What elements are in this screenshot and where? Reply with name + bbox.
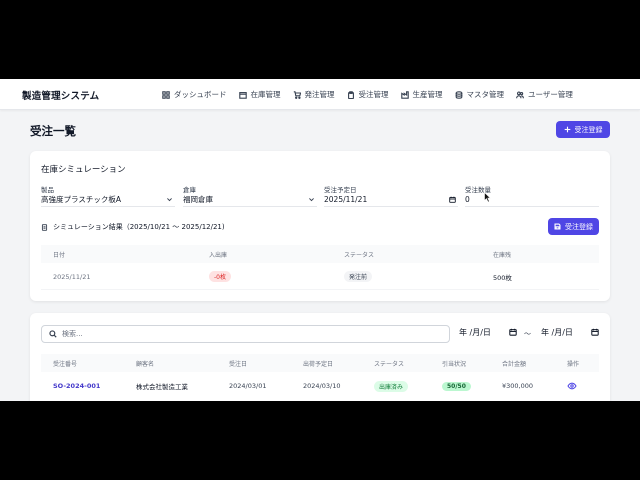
search-placeholder: 検索... (62, 330, 83, 338)
nav-label: ダッシュボード (174, 90, 227, 99)
row-stock: 500枚 (493, 273, 512, 282)
col-order-no: 受注番号 (53, 360, 78, 368)
cart-icon (293, 90, 301, 99)
orders-card: 検索... 年 /月/日 ～ 年 /月/日 受注番号 顧客名 受注日 出荷予定日… (30, 313, 610, 401)
app-title: 製造管理システム (22, 91, 100, 102)
nav-users[interactable]: ユーザー管理 (516, 89, 573, 100)
date-from-input[interactable]: 年 /月/日 (459, 326, 517, 338)
table-row: SO-2024-001 株式会社製造工業 2024/03/01 2024/03/… (41, 373, 599, 399)
chevron-down-icon (167, 198, 172, 202)
nav-label: 発注管理 (304, 90, 335, 99)
quantity-value: 0 (465, 195, 470, 204)
status-badge: 出庫済み (374, 380, 409, 392)
row-ship-date: 2024/03/10 (303, 382, 341, 390)
nav-dashboard[interactable]: ダッシュボード (162, 89, 227, 100)
simulation-table-header: 日付 入出庫 ステータス 在庫残 (41, 245, 599, 263)
users-icon (516, 91, 524, 98)
search-icon (49, 330, 57, 338)
view-order-button[interactable] (567, 373, 577, 399)
nav-label: 在庫管理 (250, 90, 281, 99)
col-actions: 操作 (567, 360, 580, 368)
simulation-result-label: シミュレーション結果（2025/10/21 ～ 2025/12/21) (53, 223, 225, 231)
row-allocation: 50/50 (442, 373, 471, 399)
page-title: 受注一覧 (30, 124, 76, 138)
row-total: ¥300,000 (502, 382, 534, 390)
col-stock: 在庫残 (493, 251, 512, 259)
orders-table-header: 受注番号 顧客名 受注日 出荷予定日 ステータス 引当状況 合計金額 操作 (41, 354, 599, 372)
add-order-button[interactable]: 受注登録 (556, 121, 610, 138)
col-ship-date: 出荷予定日 (303, 360, 334, 368)
col-movement: 入出庫 (209, 251, 228, 259)
document-icon (41, 223, 48, 231)
nav-label: ユーザー管理 (528, 90, 573, 99)
date-to-input[interactable]: 年 /月/日 (541, 326, 599, 338)
grid-icon (162, 90, 170, 99)
inventory-simulation-card: 在庫シミュレーション 製品 高強度プラスチック板A 倉庫 福岡倉庫 受注予定日 … (30, 151, 610, 301)
table-row: 2025/11/21 -0枚 発注前 500枚 (41, 264, 599, 290)
top-navbar: 製造管理システム ダッシュボード 在庫管理 発注管理 受注管理 生産管理 マスタ… (0, 79, 640, 110)
due-date-input[interactable]: 2025/11/21 (324, 193, 458, 207)
clipboard-icon (347, 90, 354, 99)
app-viewport: 製造管理システム ダッシュボード 在庫管理 発注管理 受注管理 生産管理 マスタ… (0, 79, 640, 401)
nav-orders[interactable]: 受注管理 (347, 89, 389, 100)
row-order-date: 2024/03/01 (229, 382, 267, 390)
nav-label: マスタ管理 (466, 90, 505, 99)
simulation-register-label: 受注登録 (565, 222, 593, 231)
allocation-badge: 50/50 (442, 381, 471, 391)
main-nav: ダッシュボード 在庫管理 発注管理 受注管理 生産管理 マスタ管理 ユーザー管理 (162, 79, 585, 110)
nav-label: 受注管理 (358, 90, 389, 99)
col-status: ステータス (374, 360, 405, 368)
chevron-down-icon (309, 198, 314, 202)
col-order-date: 受注日 (229, 360, 248, 368)
mouse-cursor-icon (484, 192, 492, 203)
simulation-title: 在庫シミュレーション (41, 165, 126, 175)
box-icon (238, 91, 247, 99)
col-allocation: 引当状況 (442, 360, 467, 368)
nav-purchase[interactable]: 発注管理 (293, 89, 335, 100)
warehouse-select[interactable]: 福岡倉庫 (183, 193, 317, 207)
warehouse-value: 福岡倉庫 (183, 195, 213, 204)
eye-icon (567, 382, 577, 390)
row-date: 2025/11/21 (53, 272, 91, 281)
nav-master[interactable]: マスタ管理 (455, 89, 505, 100)
date-from-value: 年 /月/日 (459, 327, 491, 337)
nav-inventory[interactable]: 在庫管理 (238, 89, 281, 100)
row-customer: 株式会社製造工業 (136, 383, 188, 391)
simulation-result-header: シミュレーション結果（2025/10/21 ～ 2025/12/21) (41, 222, 225, 232)
row-status: 出庫済み (374, 373, 409, 399)
nav-label: 生産管理 (412, 90, 443, 99)
order-number-link[interactable]: SO-2024-001 (53, 373, 100, 399)
database-icon (455, 90, 462, 99)
save-icon (554, 223, 561, 230)
due-date-value: 2025/11/21 (324, 195, 368, 204)
date-range-separator: ～ (524, 330, 531, 338)
nav-production[interactable]: 生産管理 (400, 89, 443, 100)
col-customer: 顧客名 (136, 360, 155, 368)
simulation-register-button[interactable]: 受注登録 (548, 218, 599, 235)
col-total: 合計金額 (502, 360, 527, 368)
add-order-label: 受注登録 (574, 125, 603, 134)
product-select[interactable]: 高強度プラスチック板A (41, 193, 175, 207)
factory-icon (400, 90, 409, 99)
movement-badge: -0枚 (209, 271, 231, 282)
product-value: 高強度プラスチック板A (41, 195, 121, 204)
status-badge: 発注前 (344, 271, 373, 282)
col-date: 日付 (53, 251, 66, 259)
col-status: ステータス (344, 251, 375, 259)
row-status: 発注前 (344, 264, 373, 289)
search-input[interactable]: 検索... (41, 325, 450, 343)
row-movement: -0枚 (209, 264, 231, 289)
calendar-icon (509, 328, 517, 336)
plus-icon (564, 126, 570, 133)
date-to-value: 年 /月/日 (541, 327, 573, 337)
calendar-icon (591, 328, 599, 336)
calendar-icon (449, 196, 456, 203)
